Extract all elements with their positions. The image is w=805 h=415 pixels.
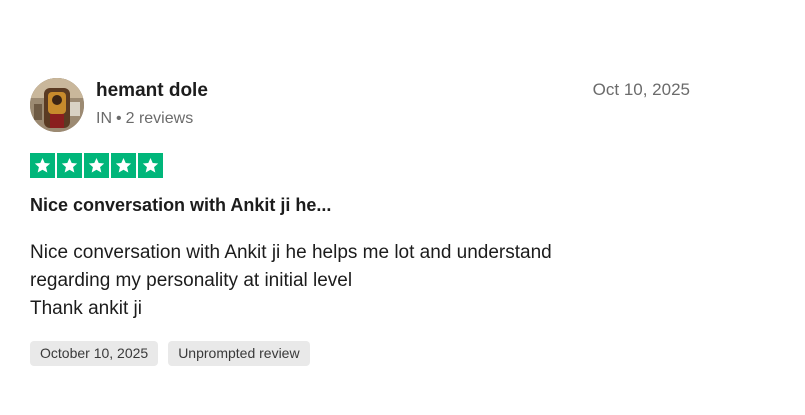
review-tags: October 10, 2025 Unprompted review [30, 341, 310, 366]
star-icon [57, 153, 82, 178]
star-icon [30, 153, 55, 178]
review-date: Oct 10, 2025 [592, 80, 690, 99]
star-rating [30, 153, 163, 178]
experience-date-badge: October 10, 2025 [30, 341, 159, 366]
star-icon [138, 153, 163, 178]
review-body-line: Thank ankit ji [30, 298, 142, 319]
unprompted-review-badge[interactable]: Unprompted review [168, 341, 310, 366]
reviewer-country: IN [96, 110, 112, 127]
meta-separator: • [116, 110, 122, 127]
star-icon [111, 153, 136, 178]
reviewer-name[interactable]: hemant dole [96, 80, 208, 102]
review-body-line: Nice conversation with Ankit ji he helps… [30, 242, 552, 263]
review-body-line: regarding my personality at initial leve… [30, 270, 353, 291]
review-header: hemant dole IN • 2 reviews Oct 10, 2025 [30, 78, 690, 134]
reviewer-review-count: 2 reviews [125, 110, 194, 127]
user-photo-icon [30, 78, 84, 132]
review-body: Nice conversation with Ankit ji he helps… [30, 239, 670, 323]
reviewer-meta: IN • 2 reviews [96, 110, 193, 128]
star-icon [84, 153, 109, 178]
review-card: hemant dole IN • 2 reviews Oct 10, 2025 Ni… [0, 0, 805, 415]
avatar[interactable] [30, 78, 84, 132]
review-title[interactable]: Nice conversation with Ankit ji he... [30, 195, 331, 216]
